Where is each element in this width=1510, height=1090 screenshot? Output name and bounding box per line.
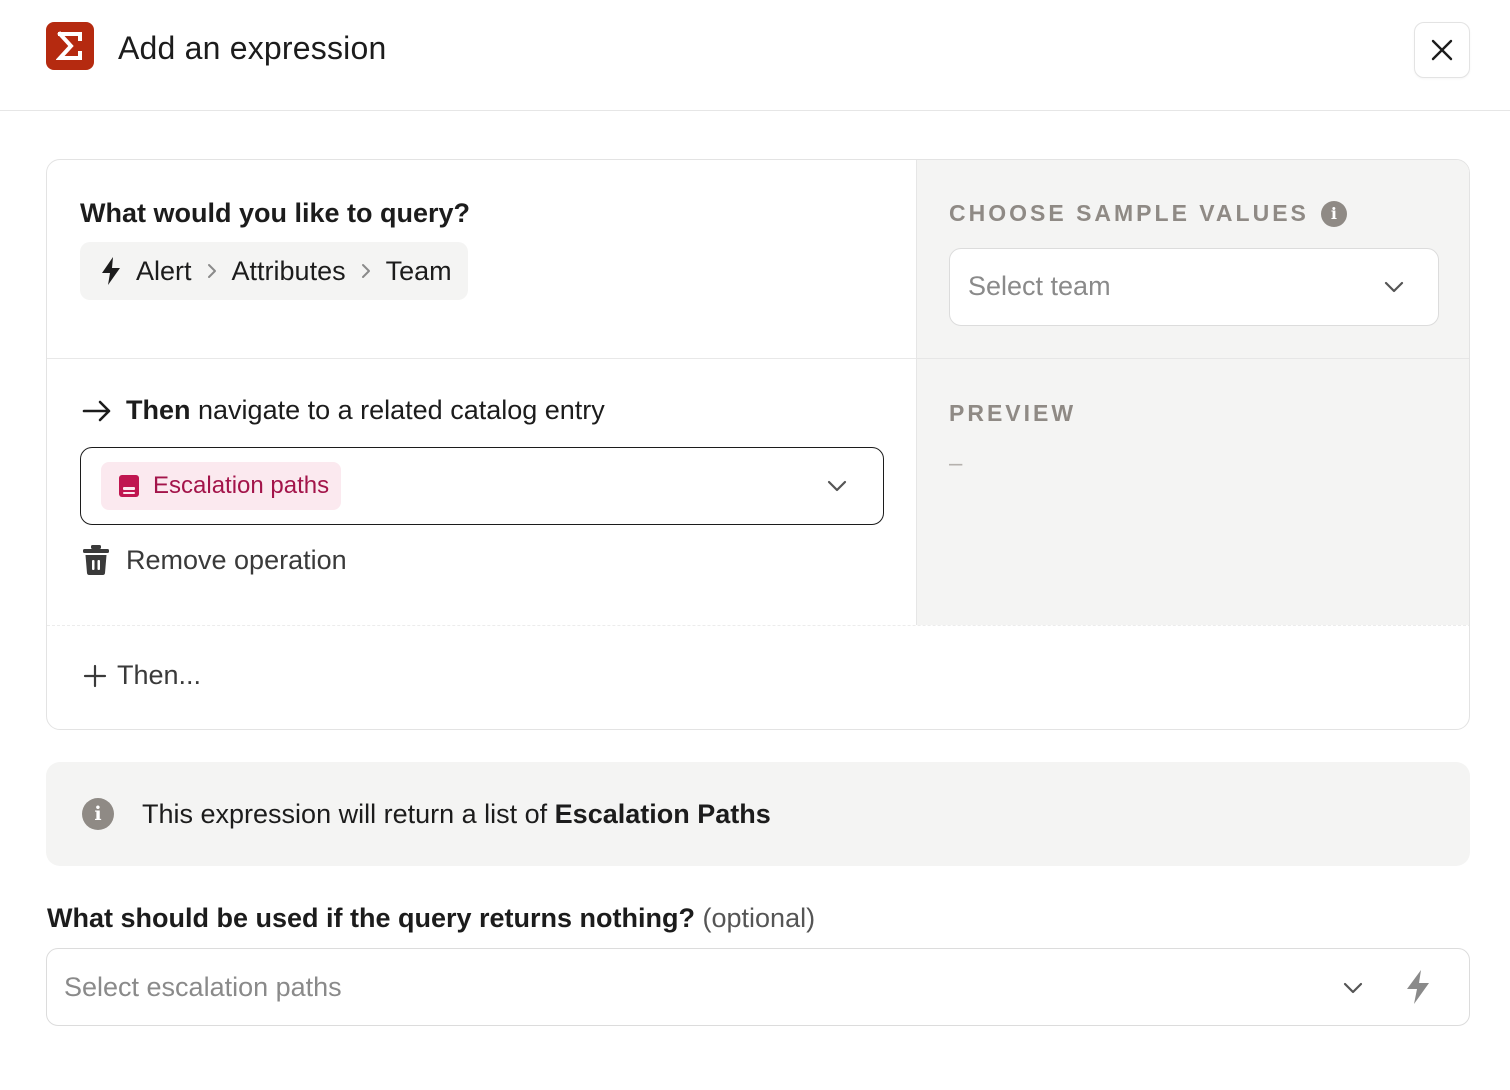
fallback-placeholder: Select escalation paths	[64, 972, 342, 1002]
sample-team-placeholder: Select team	[968, 271, 1111, 301]
optional-tag: (optional)	[702, 903, 816, 933]
lightning-icon	[102, 257, 120, 285]
chevron-right-icon	[360, 262, 372, 280]
sample-team-select[interactable]: Select team	[949, 248, 1439, 326]
preview-label: PREVIEW	[949, 400, 1077, 426]
result-info-banner: i This expression will return a list of …	[46, 762, 1470, 866]
preview-value: –	[949, 450, 963, 477]
book-icon	[119, 475, 139, 497]
result-type: Escalation Paths	[554, 799, 771, 829]
add-then-row: Then...	[47, 625, 1469, 729]
chevron-down-icon	[1382, 275, 1406, 299]
breadcrumb-item-attributes: Attributes	[231, 255, 346, 286]
operation-section: Then navigate to a related catalog entry…	[47, 359, 916, 625]
operation-title: Then navigate to a related catalog entry	[82, 395, 605, 426]
remove-operation-button[interactable]: Remove operation	[82, 544, 347, 576]
query-breadcrumb[interactable]: Alert Attributes Team	[80, 242, 468, 300]
close-button[interactable]	[1414, 22, 1470, 78]
query-section: What would you like to query? Alert Attr…	[47, 160, 916, 359]
lightning-icon[interactable]	[1405, 969, 1431, 1005]
plus-icon	[83, 664, 107, 687]
result-info-text: This expression will return a list of Es…	[142, 799, 771, 829]
fallback-label: What should be used if the query returns…	[47, 903, 816, 933]
selected-entry-label: Escalation paths	[153, 472, 330, 499]
arrow-right-icon	[82, 400, 111, 421]
catalog-entry-select[interactable]: Escalation paths	[80, 447, 884, 525]
add-then-button[interactable]: Then...	[83, 660, 201, 691]
panel-divider	[917, 358, 1469, 359]
close-icon	[1431, 39, 1453, 61]
chevron-down-icon	[825, 474, 849, 498]
add-then-label: Then...	[117, 660, 202, 690]
expression-builder-card: What would you like to query? Alert Attr…	[46, 159, 1470, 730]
info-icon: i	[82, 798, 114, 830]
query-label: What would you like to query?	[80, 198, 471, 228]
sample-values-label: CHOOSE SAMPLE VALUES i	[949, 200, 1347, 227]
chevron-down-icon	[1341, 976, 1365, 1000]
breadcrumb-item-alert: Alert	[136, 255, 192, 286]
breadcrumb-item-team: Team	[385, 255, 452, 286]
info-icon[interactable]: i	[1320, 200, 1347, 227]
trash-icon	[83, 545, 109, 575]
then-keyword: Then	[126, 395, 191, 425]
remove-operation-label: Remove operation	[126, 544, 347, 575]
selected-entry-chip: Escalation paths	[101, 462, 342, 510]
modal-header: Add an expression	[0, 0, 1510, 111]
fallback-select[interactable]: Select escalation paths	[46, 948, 1470, 1026]
sample-panel: CHOOSE SAMPLE VALUES i Select team PREVI…	[916, 160, 1469, 625]
then-description: navigate to a related catalog entry	[198, 395, 605, 425]
sigma-icon	[46, 22, 94, 70]
chevron-right-icon	[206, 262, 218, 280]
modal-title: Add an expression	[118, 30, 387, 66]
